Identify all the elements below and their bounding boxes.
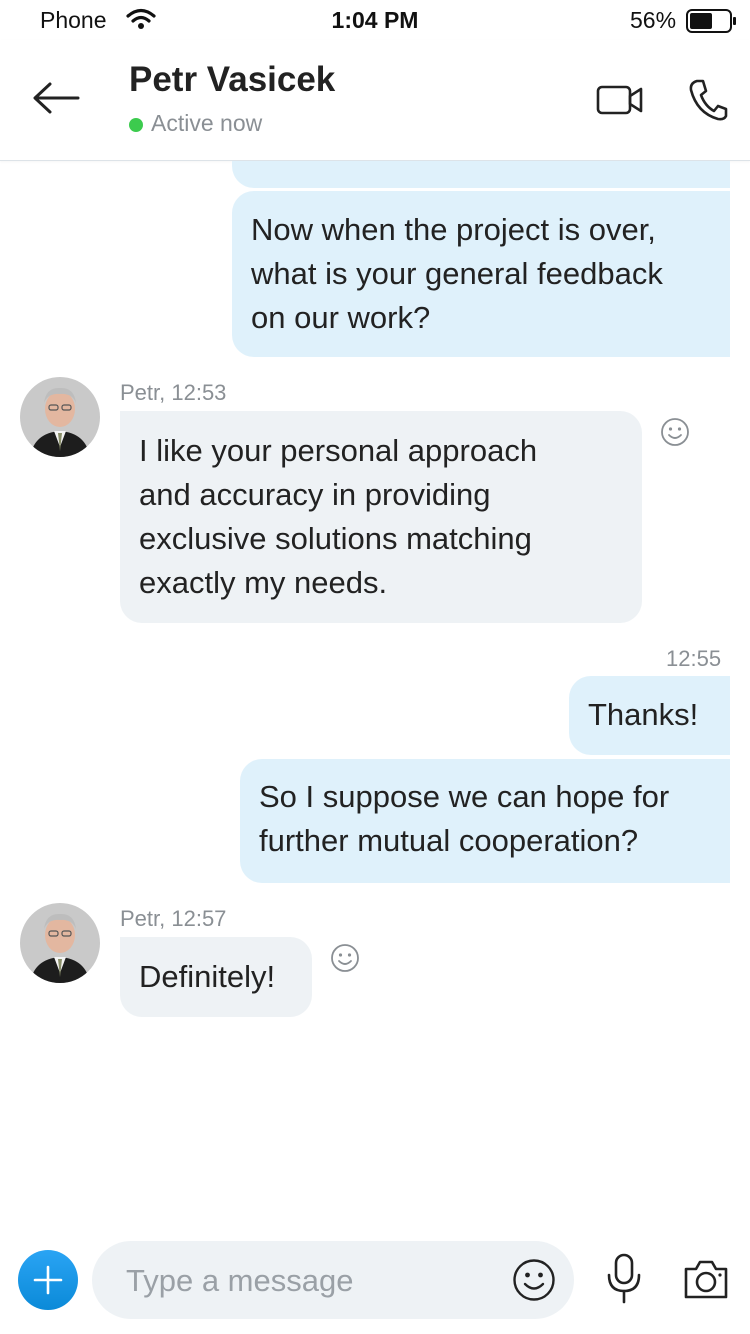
contact-name[interactable]: Petr Vasicek xyxy=(129,60,335,100)
message-bubble-outgoing-partial xyxy=(232,161,730,188)
add-reaction-smiley-icon[interactable] xyxy=(330,943,360,973)
microphone-icon[interactable] xyxy=(604,1253,644,1310)
presence-dot xyxy=(129,118,143,132)
message-time: 12:55 xyxy=(666,646,722,671)
back-arrow-icon[interactable] xyxy=(30,80,82,116)
add-attachment-button[interactable] xyxy=(18,1250,78,1310)
message-text-line: Thanks! xyxy=(588,697,699,732)
message-text-line: Now when the project is over, xyxy=(251,212,656,247)
message-input[interactable] xyxy=(124,1255,498,1307)
message-text-line: exclusive solutions matching xyxy=(139,521,532,556)
battery-percent: 56% xyxy=(630,7,677,33)
message-text-line: what is your general feedback xyxy=(251,256,663,291)
phone-call-icon[interactable] xyxy=(688,78,728,127)
message-text-line: So I suppose we can hope for xyxy=(259,779,670,814)
camera-icon[interactable] xyxy=(682,1257,730,1306)
message-text-line: Definitely! xyxy=(139,959,276,994)
message-bubble-outgoing[interactable]: Thanks! xyxy=(569,676,730,755)
message-composer xyxy=(0,1231,750,1334)
message-text-line: on our work? xyxy=(251,300,431,335)
add-reaction-smiley-icon[interactable] xyxy=(660,417,690,447)
message-bubble-incoming[interactable]: Definitely! xyxy=(120,937,312,1017)
message-bubble-outgoing[interactable]: Now when the project is over, what is yo… xyxy=(232,191,730,357)
plus-icon xyxy=(33,1265,63,1295)
message-sender-time: Petr, 12:57 xyxy=(120,906,227,931)
avatar[interactable] xyxy=(20,903,100,983)
video-call-icon[interactable] xyxy=(596,84,644,121)
message-bubble-outgoing[interactable]: So I suppose we can hope for further mut… xyxy=(240,759,730,883)
avatar[interactable] xyxy=(20,377,100,457)
chat-header: Petr Vasicek Active now xyxy=(0,40,750,161)
message-text-line: further mutual cooperation? xyxy=(259,823,639,858)
emoji-picker-icon[interactable] xyxy=(512,1258,556,1307)
message-sender-time: Petr, 12:53 xyxy=(120,380,227,405)
message-input-container xyxy=(92,1241,574,1319)
presence-status: Active now xyxy=(151,110,263,136)
message-text-line: exactly my needs. xyxy=(139,565,388,600)
battery-icon xyxy=(686,9,738,38)
status-bar: Phone 1:04 PM 56% xyxy=(0,0,750,40)
message-bubble-incoming[interactable]: I like your personal approach and accura… xyxy=(120,411,642,623)
message-text-line: and accuracy in providing xyxy=(139,477,491,512)
message-text-line: I like your personal approach xyxy=(139,433,538,468)
message-list[interactable]: Now when the project is over, what is yo… xyxy=(0,161,750,1231)
